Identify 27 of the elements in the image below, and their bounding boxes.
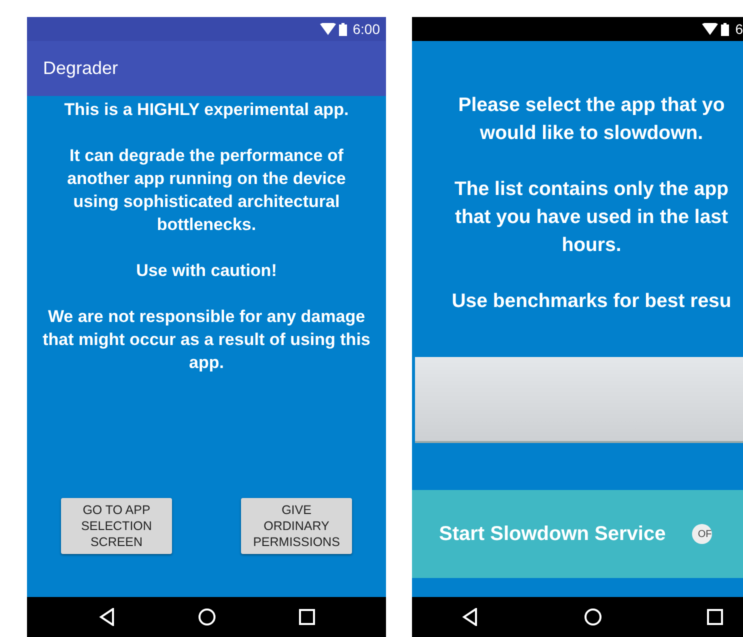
instruction-text: The list contains only the app <box>454 178 729 200</box>
clock-time: 6:00 <box>352 21 380 37</box>
instruction-text: Use benchmarks for best resu <box>452 290 732 312</box>
instruction-text: would like to slowdown. <box>480 122 704 144</box>
app-title: Degrader <box>43 58 118 79</box>
info-paragraph: Use with caution! <box>135 260 278 282</box>
info-paragraph: It can degrade the performance of another app running on the device using sophisticated architectural bottlenecks. <box>66 145 347 236</box>
instruction-text: that you have used in the last <box>454 206 728 228</box>
back-icon[interactable] <box>98 608 114 626</box>
action-button[interactable]: GIVE ORDINARY PERMISSIONS <box>241 498 352 554</box>
action-button[interactable]: GO TO APP SELECTION SCREEN <box>61 498 172 554</box>
info-paragraph: We are not responsible for any damage that might occur as a result of using this app. <box>42 306 372 374</box>
battery-icon <box>721 22 730 36</box>
recents-icon[interactable] <box>298 609 314 625</box>
toggle-switch[interactable]: OF <box>692 524 712 544</box>
wifi-icon <box>320 23 336 35</box>
home-icon[interactable] <box>584 608 602 626</box>
service-label: Start Slowdown Service <box>439 522 666 546</box>
instruction-text: Please select the app that yo <box>458 94 725 116</box>
recents-icon[interactable] <box>707 609 723 625</box>
instruction-text: hours. <box>562 234 622 256</box>
clock-time: 6 <box>735 21 743 37</box>
home-icon[interactable] <box>198 608 216 626</box>
battery-icon <box>338 22 347 36</box>
wifi-icon <box>702 23 718 35</box>
back-icon[interactable] <box>462 608 478 626</box>
info-paragraph: This is a HIGHLY experimental app. <box>63 99 350 121</box>
